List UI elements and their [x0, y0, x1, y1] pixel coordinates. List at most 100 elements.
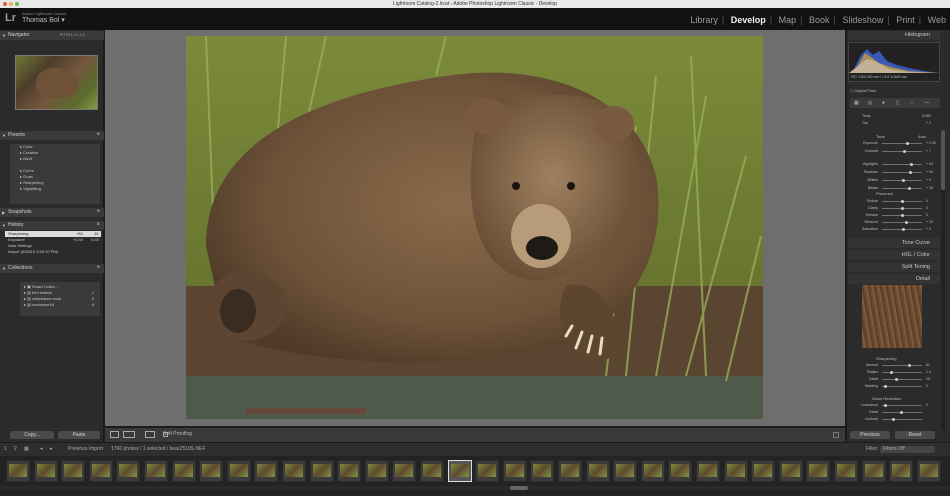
clear-history-icon[interactable]: × [96, 221, 100, 230]
filmstrip-thumbnail[interactable] [116, 460, 141, 482]
slider-track[interactable] [882, 164, 922, 165]
slider-knob[interactable] [890, 371, 893, 374]
filmstrip-thumbnail[interactable] [502, 460, 527, 482]
filmstrip-thumbnail[interactable] [420, 460, 444, 482]
filmstrip-thumbnail[interactable] [723, 460, 748, 482]
module-print[interactable]: Print [896, 15, 915, 25]
filmstrip-scroll-thumb[interactable] [510, 486, 528, 490]
filmstrip-thumbnail[interactable] [282, 460, 306, 482]
filmstrip-thumbnail[interactable] [751, 460, 776, 482]
slider-value[interactable]: 0 [926, 213, 928, 217]
filmstrip-scrollbar[interactable] [0, 486, 950, 490]
slider-value[interactable]: 61 [926, 363, 930, 367]
filmstrip-thumbnail[interactable] [916, 460, 941, 482]
main-photo[interactable] [186, 36, 763, 419]
module-slideshow[interactable]: Slideshow [842, 15, 883, 25]
slider-knob[interactable] [901, 214, 904, 217]
add-preset-icon[interactable]: + [96, 131, 100, 140]
slider-knob[interactable] [910, 163, 913, 166]
snapshots-header[interactable]: ▶ Snapshots + [0, 208, 104, 217]
slider-value[interactable]: + 4 [926, 227, 931, 231]
slider-track[interactable] [882, 419, 922, 420]
slider-knob[interactable] [905, 221, 908, 224]
collection-item[interactable]: ▸ ▤ zoobeyne18 8 [24, 302, 96, 308]
slider-value[interactable]: + 7 [926, 149, 931, 153]
slider-value[interactable]: + 50 [926, 170, 933, 174]
filmstrip-thumbnail[interactable] [61, 460, 86, 482]
scrollbar-thumb[interactable] [941, 130, 945, 190]
before-after-icon[interactable] [123, 431, 135, 438]
page-1-button[interactable]: 1 [4, 443, 7, 456]
filmstrip-thumbnail[interactable] [889, 460, 914, 482]
filmstrip-thumbnail[interactable] [226, 460, 251, 482]
detail-preview[interactable] [862, 285, 922, 348]
slider-track[interactable] [882, 151, 922, 152]
crop-tool-icon[interactable]: ▦ [854, 100, 859, 106]
filmstrip-thumbnail[interactable] [834, 460, 858, 482]
filmstrip-thumbnail[interactable] [6, 460, 30, 482]
history-item[interactable]: Import (8/26/19 3:00:10 PM) [5, 249, 101, 255]
filmstrip-thumbnail[interactable] [696, 460, 720, 482]
filmstrip-thumbnail[interactable] [171, 460, 196, 482]
slider-value[interactable]: 0 [926, 384, 928, 388]
filmstrip-thumbnail[interactable] [668, 460, 693, 482]
slider-value[interactable]: + 0.40 [926, 141, 936, 145]
auto-tone-button[interactable]: Auto [918, 134, 926, 139]
filmstrip-thumbnail[interactable] [585, 460, 610, 482]
slider-knob[interactable] [884, 404, 887, 407]
spot-removal-icon[interactable]: ◎ [868, 100, 872, 106]
adjustment-brush-icon[interactable]: — [924, 100, 929, 106]
filmstrip-thumbnail[interactable] [33, 460, 58, 482]
filmstrip-thumbnail[interactable] [640, 460, 665, 482]
copy-button[interactable]: Copy... [10, 431, 54, 439]
slider-value[interactable]: 0 [926, 403, 928, 407]
history-header[interactable]: ▼ History × [0, 221, 104, 230]
filmstrip-thumbnail[interactable] [778, 460, 803, 482]
module-book[interactable]: Book [809, 15, 830, 25]
add-collection-icon[interactable]: + [96, 264, 100, 273]
slider-value[interactable]: 25 [926, 377, 930, 381]
filmstrip-thumbnail[interactable] [861, 460, 886, 482]
right-panel-scrollbar[interactable] [941, 130, 945, 430]
filmstrip-thumbnail[interactable] [806, 460, 831, 482]
slider-value[interactable]: 1.0 [926, 370, 931, 374]
module-develop[interactable]: Develop [731, 15, 766, 25]
histogram-header[interactable]: Histogram [848, 31, 940, 40]
section-hsl-color[interactable]: HSL / Color [848, 250, 940, 260]
filmstrip-thumbnail[interactable] [558, 460, 582, 482]
tint-value[interactable]: + 2 [926, 121, 931, 125]
filmstrip-thumbnail[interactable] [309, 460, 334, 482]
slider-track[interactable] [882, 143, 922, 144]
filmstrip-thumbnail[interactable] [199, 460, 224, 482]
filmstrip-thumbnail[interactable] [364, 460, 389, 482]
red-eye-icon[interactable]: ● [882, 100, 885, 106]
slider-track[interactable] [882, 188, 922, 189]
loupe-view-icon[interactable] [110, 431, 119, 438]
history-item[interactable]: Exposure +0.40 0.40 [5, 237, 101, 243]
paste-button[interactable]: Paste [58, 431, 100, 439]
previous-button[interactable]: Previous [850, 431, 890, 439]
slider-track[interactable] [882, 372, 922, 373]
slider-track[interactable] [882, 172, 922, 173]
minimize-window-button[interactable] [9, 2, 13, 6]
user-name[interactable]: Thomas Bol ▾ [22, 16, 65, 24]
slider-value[interactable]: + 15 [926, 220, 933, 224]
slider-value[interactable]: 0 [926, 206, 928, 210]
slider-knob[interactable] [892, 418, 895, 421]
slider-value[interactable]: + 18 [926, 186, 933, 190]
slider-value[interactable]: + 5 [926, 178, 931, 182]
slider-knob[interactable] [903, 150, 906, 153]
slider-knob[interactable] [908, 187, 911, 190]
filmstrip-source[interactable]: Previous Import [68, 443, 103, 456]
filmstrip-thumbnail[interactable] [392, 460, 417, 482]
close-window-button[interactable] [3, 2, 7, 6]
section-detail[interactable]: Detail [848, 274, 940, 284]
filmstrip-thumbnail[interactable] [254, 460, 279, 482]
slider-track[interactable] [882, 386, 922, 387]
slider-value[interactable]: + 63 [926, 162, 933, 166]
toolbar-menu-icon[interactable] [833, 432, 839, 438]
zoom-window-button[interactable] [15, 2, 19, 6]
slider-track[interactable] [882, 222, 922, 223]
slider-knob[interactable] [895, 378, 898, 381]
forward-arrow-icon[interactable]: ▸ [50, 443, 53, 456]
